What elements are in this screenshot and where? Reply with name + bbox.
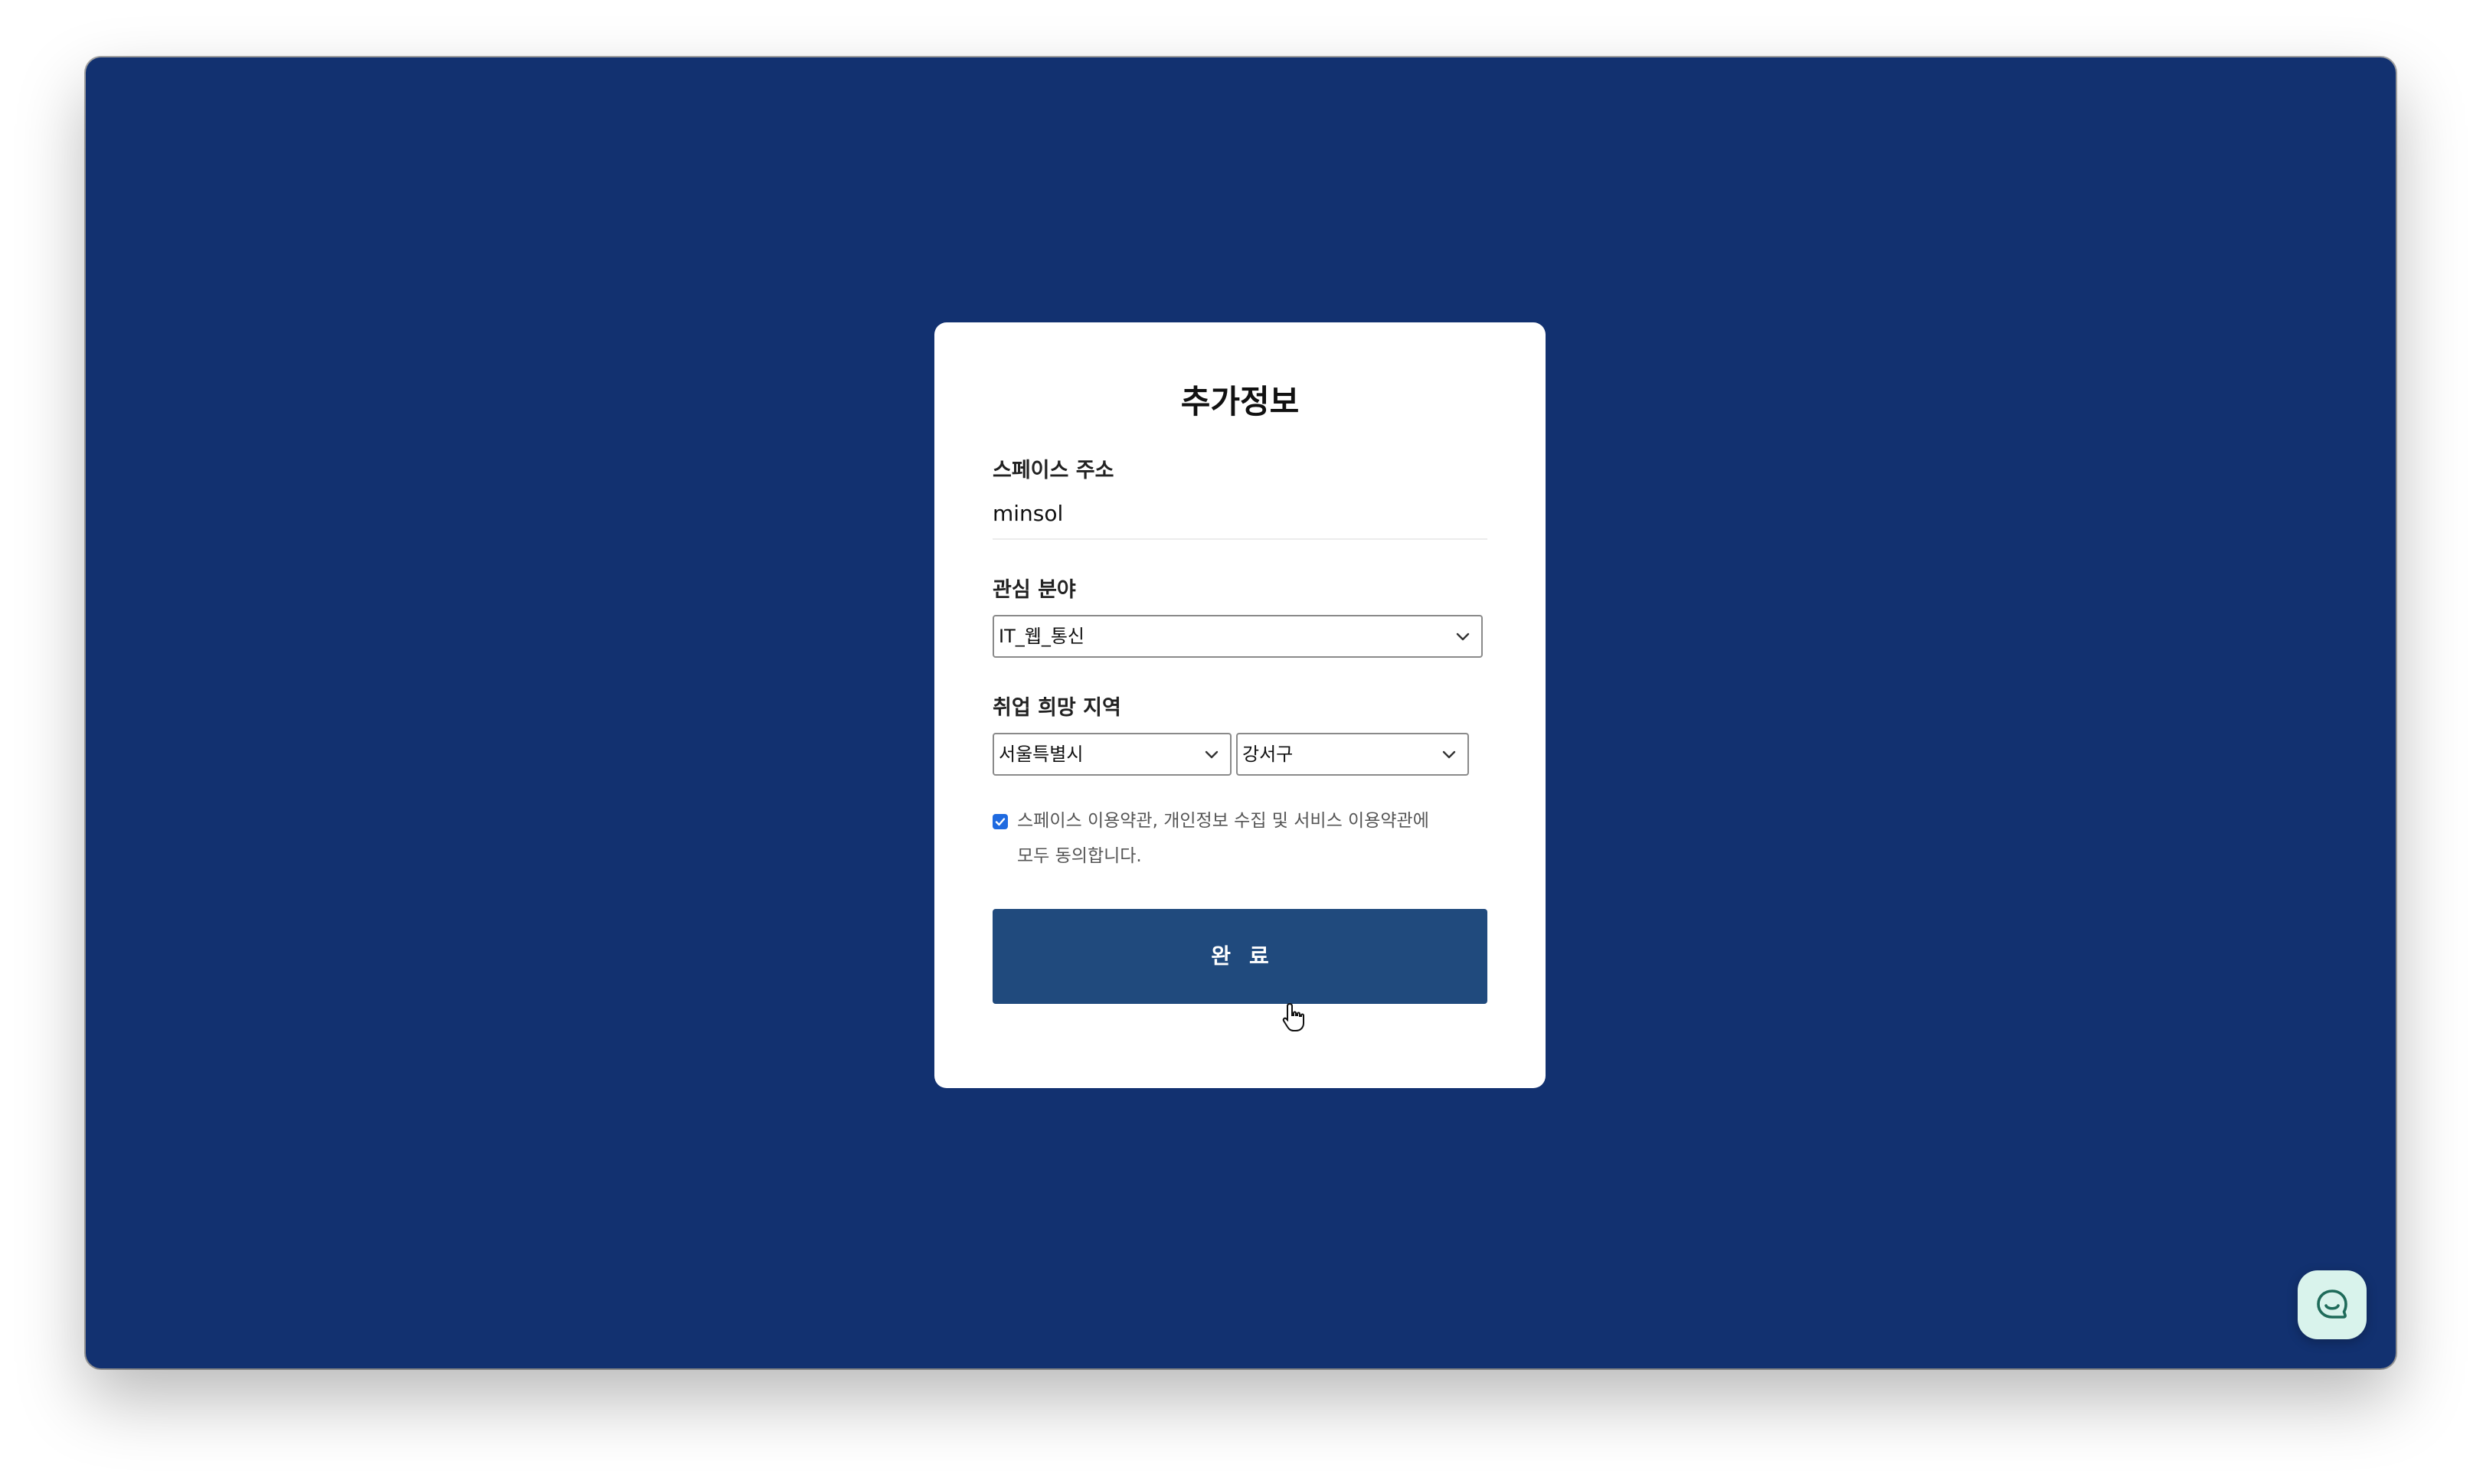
chat-button[interactable] xyxy=(2298,1270,2367,1339)
additional-info-card: 추가정보 스페이스 주소 minsol 관심 분야 IT_웹_통신 취업 희망 … xyxy=(934,322,1546,1088)
region-city-select[interactable]: 서울특별시 xyxy=(993,733,1232,776)
checkmark-icon xyxy=(995,818,1006,826)
region-district-select[interactable]: 강서구 xyxy=(1236,733,1469,776)
chat-bubble-icon xyxy=(2317,1290,2347,1319)
terms-agreement-text: 스페이스 이용약관, 개인정보 수집 및 서비스 이용약관에 모두 동의합니다. xyxy=(1017,803,1469,874)
terms-checkbox[interactable] xyxy=(993,814,1008,829)
interest-selected-value: IT_웹_통신 xyxy=(999,626,1084,647)
region-district-selected-value: 강서구 xyxy=(1242,744,1294,765)
region-selects: 서울특별시 강서구 xyxy=(993,733,1487,776)
page-title: 추가정보 xyxy=(1180,383,1300,420)
interest-label: 관심 분야 xyxy=(993,578,1076,602)
chevron-down-icon xyxy=(1205,750,1219,759)
chevron-down-icon xyxy=(1442,750,1456,759)
interest-select[interactable]: IT_웹_통신 xyxy=(993,615,1483,658)
region-label: 취업 희망 지역 xyxy=(993,696,1121,720)
hand-pointer-cursor-icon xyxy=(1282,1002,1304,1031)
chevron-down-icon xyxy=(1456,632,1470,641)
terms-agreement: 스페이스 이용약관, 개인정보 수집 및 서비스 이용약관에 모두 동의합니다. xyxy=(993,808,1487,874)
terms-text-line-1: 스페이스 이용약관, 개인정보 수집 및 서비스 이용약관에 xyxy=(1017,811,1429,831)
region-city-selected-value: 서울특별시 xyxy=(999,744,1084,765)
screen: 추가정보 스페이스 주소 minsol 관심 분야 IT_웹_통신 취업 희망 … xyxy=(0,0,2483,1484)
space-address-field[interactable]: minsol xyxy=(993,485,1487,540)
terms-text-line-2: 모두 동의합니다. xyxy=(1017,846,1142,866)
submit-button[interactable]: 완료 xyxy=(993,909,1487,1004)
browser-window: 추가정보 스페이스 주소 minsol 관심 분야 IT_웹_통신 취업 희망 … xyxy=(86,57,2396,1368)
space-address-label: 스페이스 주소 xyxy=(993,459,1114,482)
